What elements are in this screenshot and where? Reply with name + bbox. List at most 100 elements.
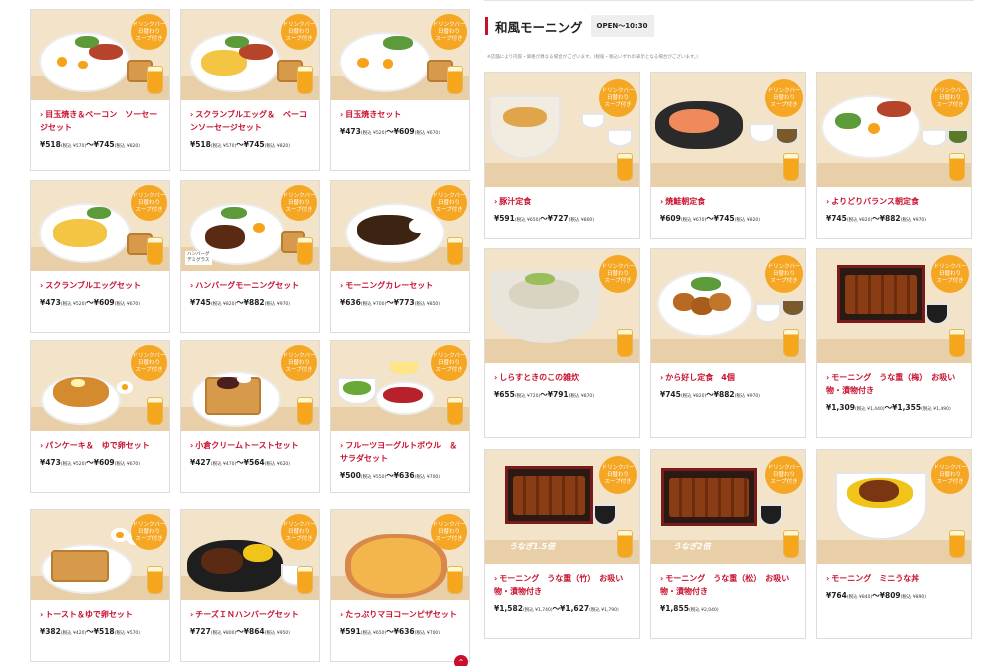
menu-card[interactable]: ドリンクバー 日替わり スープ付き › よりどりバランス朝定食 ¥745(税込 ¥82… [816,72,972,239]
page-top-button[interactable]: ⌃ [454,655,468,666]
menu-card[interactable]: ドリンクバー 日替わり スープ付き › 豚汁定食 ¥591(税込 ¥650)〜¥727… [484,72,640,239]
menu-item-name-text: モーニング うな重（竹） お吸い物・漬物付き [494,574,624,596]
arrow-right-icon: › [660,373,664,382]
menu-card[interactable]: ドリンクバー 日替わり スープ付き › 焼鮭朝定食 ¥609(税込 ¥670)〜¥74… [650,72,806,239]
menu-photo[interactable]: ドリンクバー 日替わり スープ付き [817,249,971,363]
menu-item-name[interactable]: › 目玉焼き＆ベーコン ソーセージセット [40,108,163,134]
menu-item-name[interactable]: › フルーツヨーグルトボウル ＆サラダセット [340,439,463,465]
menu-photo[interactable]: ドリンクバー 日替わり スープ付き [485,249,639,363]
fried-egg-icon [71,56,95,76]
menu-photo[interactable]: ドリンクバー 日替わり スープ付き [331,341,469,431]
menu-photo[interactable]: ドリンクバー 日替わり スープ付き [31,181,169,271]
menu-card[interactable]: ドリンクバー 日替わり スープ付き › スクランブルエッグ＆ ベーコンソーセージセッ… [180,9,320,171]
price-range-separator: 〜 [86,298,94,307]
menu-card[interactable]: ドリンクバー 日替わり スープ付き › トースト＆ゆで卵セット ¥382(税込 ¥42… [30,509,170,662]
menu-photo[interactable]: ドリンクバー 日替わり スープ付き [331,181,469,271]
menu-item-name[interactable]: › から好し定食 4個 [660,371,799,384]
menu-item-name-text: たっぷりマヨコーンピザセット [345,610,457,619]
section-accent-bar [485,17,488,35]
menu-item-name[interactable]: › ハンバーグモーニングセット [190,279,313,292]
menu-card[interactable]: ドリンクバー 日替わり スープ付き › 目玉焼きセット ¥473(税込 ¥520)〜¥… [330,9,470,171]
menu-card[interactable]: ドリンクバー 日替わり スープ付き うなぎ2倍 › モーニング うな重（松） お吸い物… [650,449,806,639]
bowl-icon [759,504,783,526]
menu-item-name[interactable]: › トースト＆ゆで卵セット [40,608,163,621]
menu-item-name[interactable]: › モーニング うな重（松） お吸い物・漬物付き [660,572,799,598]
menu-item-name[interactable]: › モーニング うな重（梅） お吸い物・漬物付き [826,371,965,397]
menu-photo[interactable]: ドリンクバー 日替わり スープ付き [331,10,469,100]
price-excl-tax-max: ¥518 [93,627,115,636]
price-range-separator: 〜 [236,298,244,307]
menu-photo[interactable]: ドリンクバー 日替わり スープ付き ハンバーグ デミグラス [181,181,319,271]
bowl-icon [921,129,947,147]
menu-card[interactable]: ドリンクバー 日替わり スープ付き ハンバーグ デミグラス › ハンバーグモーニングセ… [180,180,320,333]
price-excl-tax-max: ¥564 [243,458,265,467]
menu-card[interactable]: ドリンクバー 日替わり スープ付き › フルーツヨーグルトボウル ＆サラダセット ¥5… [330,340,470,493]
menu-photo[interactable]: ドリンクバー 日替わり スープ付き [331,510,469,600]
menu-card[interactable]: ドリンクバー 日替わり スープ付き › しらすときのこの雑炊 ¥655(税込 ¥720… [484,248,640,438]
menu-item-name[interactable]: › パンケーキ＆ ゆで卵セット [40,439,163,452]
menu-item-name[interactable]: › 豚汁定食 [494,195,633,208]
drink-glass-icon [617,329,633,357]
price-excl-tax: ¥591 [494,214,515,223]
menu-item-name[interactable]: › モーニング ミニうな丼 [826,572,965,585]
menu-item-name[interactable]: › モーニング うな重（竹） お吸い物・漬物付き [494,572,633,598]
price-incl-tax: (税込 ¥520) [60,462,87,467]
price-excl-tax: ¥1,309 [826,403,855,412]
price-range-separator: 〜 [872,591,880,600]
menu-card[interactable]: ドリンクバー 日替わり スープ付き › 目玉焼き＆ベーコン ソーセージセット ¥518… [30,9,170,171]
menu-photo[interactable]: ドリンクバー 日替わり スープ付き [31,10,169,100]
menu-item-name[interactable]: › 目玉焼きセット [340,108,463,121]
price-range-separator: 〜 [86,627,94,636]
menu-photo[interactable]: ドリンクバー 日替わり スープ付き うなぎ2倍 [651,450,805,564]
menu-card[interactable]: ドリンクバー 日替わり スープ付き › チーズＩＮハンバーグセット ¥727(税込 ¥… [180,509,320,662]
menu-photo[interactable]: ドリンクバー 日替わり スープ付き [651,249,805,363]
price-excl-tax-max: ¥882 [879,214,901,223]
menu-item-name[interactable]: › スクランブルエッグ＆ ベーコンソーセージセット [190,108,313,134]
menu-item-price: ¥518(税込 ¥570)〜¥745(税込 ¥820) [40,139,165,153]
price-excl-tax-max: ¥791 [547,390,569,399]
menu-card[interactable]: ドリンクバー 日替わり スープ付き › から好し定食 4個 ¥745(税込 ¥820)… [650,248,806,438]
price-note: ※店舗により内容・価格が異なる場合がございます。(税抜・税込いずれの表示となる場… [487,55,698,60]
price-incl-tax-max: (税込 ¥1,790) [589,608,619,613]
menu-item-name[interactable]: › チーズＩＮハンバーグセット [190,608,313,621]
menu-item-name[interactable]: › 焼鮭朝定食 [660,195,799,208]
menu-item-name[interactable]: › しらすときのこの雑炊 [494,371,633,384]
arrow-right-icon: › [340,610,344,619]
menu-item-name[interactable]: › よりどりバランス朝定食 [826,195,965,208]
menu-photo[interactable]: ドリンクバー 日替わり スープ付き [181,10,319,100]
menu-item-price: ¥473(税込 ¥520)〜¥609(税込 ¥670) [40,457,165,471]
menu-item-name[interactable]: › 小倉クリームトーストセット [190,439,313,452]
drink-bar-badge: ドリンクバー 日替わり スープ付き [765,456,803,494]
menu-photo[interactable]: ドリンクバー 日替わり スープ付き [817,450,971,564]
menu-item-name[interactable]: › モーニングカレーセット [340,279,463,292]
price-excl-tax: ¥609 [660,214,681,223]
menu-card[interactable]: ドリンクバー 日替わり スープ付き › パンケーキ＆ ゆで卵セット ¥473(税込 ¥… [30,340,170,493]
drink-bar-badge: ドリンクバー 日替わり スープ付き [765,79,803,117]
arrow-right-icon: › [826,373,830,382]
menu-card[interactable]: ドリンクバー 日替わり スープ付き › たっぷりマヨコーンピザセット ¥591(税込 … [330,509,470,662]
menu-item-name-text: トースト＆ゆで卵セット [45,610,133,619]
menu-item-price: ¥1,309(税込 ¥1,440)〜¥1,355(税込 ¥1,490) [826,402,967,416]
price-excl-tax-max: ¥864 [243,627,265,636]
menu-card[interactable]: ドリンクバー 日替わり スープ付き › 小倉クリームトーストセット ¥427(税込 ¥… [180,340,320,493]
price-incl-tax-max: (税込 ¥820) [734,218,761,223]
menu-photo[interactable]: ドリンクバー 日替わり スープ付き [485,73,639,187]
menu-item-name[interactable]: › スクランブルエッグセット [40,279,163,292]
menu-photo[interactable]: ドリンクバー 日替わり スープ付き [181,510,319,600]
menu-photo[interactable]: ドリンクバー 日替わり スープ付き [31,341,169,431]
menu-photo[interactable]: ドリンクバー 日替わり スープ付き うなぎ1.5倍 [485,450,639,564]
menu-card[interactable]: ドリンクバー 日替わり スープ付き › モーニングカレーセット ¥636(税込 ¥70… [330,180,470,333]
menu-card[interactable]: ドリンクバー 日替わり スープ付き › モーニング うな重（梅） お吸い物・漬物付き… [816,248,972,438]
opening-hours-badge: OPEN〜10:30 [590,15,654,37]
menu-card[interactable]: ドリンクバー 日替わり スープ付き › スクランブルエッグセット ¥473(税込 ¥5… [30,180,170,333]
menu-photo[interactable]: ドリンクバー 日替わり スープ付き [651,73,805,187]
menu-card[interactable]: ドリンクバー 日替わり スープ付き うなぎ1.5倍 › モーニング うな重（竹） お吸… [484,449,640,639]
menu-photo[interactable]: ドリンクバー 日替わり スープ付き [817,73,971,187]
menu-photo[interactable]: ドリンクバー 日替わり スープ付き [181,341,319,431]
menu-item-name-text: モーニング うな重（松） お吸い物・漬物付き [660,574,790,596]
food-icon [225,36,249,48]
menu-photo[interactable]: ドリンクバー 日替わり スープ付き [31,510,169,600]
menu-card[interactable]: ドリンクバー 日替わり スープ付き › モーニング ミニうな丼 ¥764(税込 ¥84… [816,449,972,639]
food-icon [383,387,423,403]
menu-item-name[interactable]: › たっぷりマヨコーンピザセット [340,608,463,621]
